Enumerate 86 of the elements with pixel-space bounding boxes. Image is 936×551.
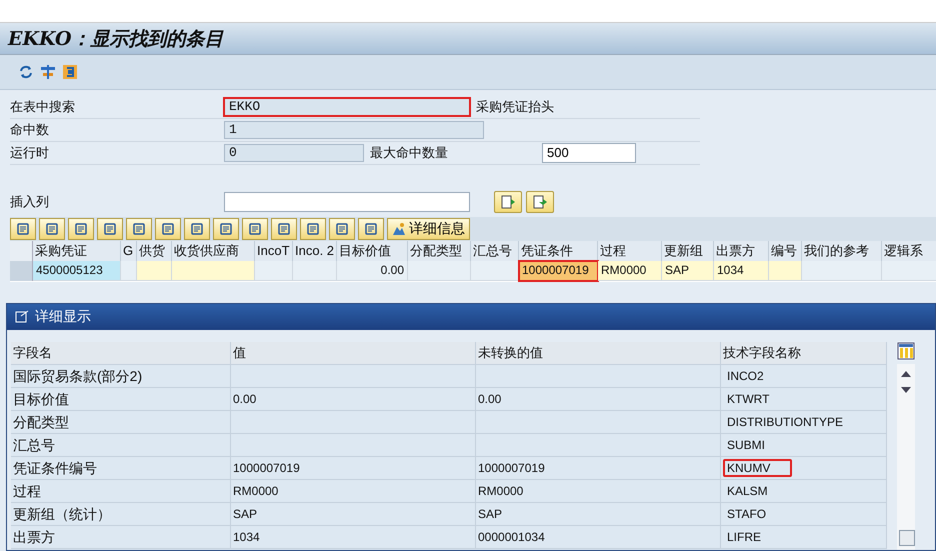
table-cell: 1034 [231, 526, 476, 548]
column-header[interactable]: 汇总号 [471, 240, 519, 261]
append-column-icon [533, 194, 547, 209]
column-header[interactable]: 分配类型 [408, 240, 471, 261]
table-cell: RM0000 [598, 260, 662, 281]
table-cell [408, 260, 471, 281]
table-cell: 1000007019 [519, 260, 598, 281]
technical-name-text: STAFO [726, 506, 768, 523]
scroll-thumb[interactable] [899, 530, 915, 546]
scroll-up-icon[interactable] [900, 370, 912, 378]
field-label: 命中数 [10, 120, 50, 139]
field-label: 插入列 [10, 192, 50, 211]
max-hits-field[interactable]: 500 [542, 142, 636, 163]
window-title: EKKO：显示找到的条目 [8, 26, 224, 52]
append-button[interactable] [526, 190, 554, 213]
column-header[interactable]: 采购凭证 [33, 240, 121, 261]
column-header[interactable]: 过程 [598, 240, 662, 261]
table-cell: 0.00 [476, 388, 721, 410]
column-header[interactable]: 收货供应商 [172, 240, 255, 261]
column-settings-icon[interactable] [897, 342, 915, 360]
technical-name-text: KTWRT [726, 391, 770, 408]
technical-name-text: SUBMI [726, 437, 766, 454]
table-cell: SAP [662, 260, 714, 281]
column-header[interactable]: 技术字段名称 [721, 342, 887, 364]
table-cell: 分配类型 [11, 411, 231, 433]
column-header[interactable]: IncoT [255, 240, 293, 261]
insert-column-icon [501, 194, 515, 209]
table-description: 采购凭证抬头 [475, 98, 554, 116]
table-cell: 汇总号 [11, 434, 231, 456]
table-cell [121, 260, 137, 281]
table-cell: RM0000 [476, 480, 721, 502]
column-header[interactable]: 更新组 [662, 240, 714, 261]
table-cell [769, 260, 802, 281]
column-header[interactable]: 逻辑系 [882, 240, 936, 261]
column-header[interactable]: 未转换的值 [476, 342, 721, 364]
table-cell: 1000007019 [231, 457, 476, 479]
column-header[interactable]: 编号 [769, 240, 802, 261]
column-header[interactable]: 供货 [137, 240, 172, 261]
details-button[interactable]: 详细信息 [387, 218, 470, 240]
readonly-field: EKKO [224, 98, 470, 116]
technical-name-text: INCO2 [726, 368, 765, 385]
readonly-field: 1 [224, 120, 484, 139]
refresh-icon[interactable] [18, 64, 34, 80]
insert-button[interactable] [494, 190, 522, 213]
table-cell [471, 260, 519, 281]
column-header[interactable]: 出票方 [714, 240, 769, 261]
table-cell: 0000001034 [476, 526, 721, 548]
table-cell: 目标价值 [11, 388, 231, 410]
column-header[interactable]: 凭证条件 [519, 240, 598, 261]
field-label: 运行时 [10, 144, 50, 162]
readonly-field: 0 [224, 144, 364, 162]
technical-name-text: LIFRE [726, 529, 762, 546]
settings-icon[interactable] [40, 64, 56, 80]
table-cell: 出票方 [11, 526, 231, 548]
link-icon[interactable] [62, 64, 78, 80]
table-cell: SAP [231, 503, 476, 525]
table-cell: 国际贸易条款(部分2) [11, 365, 231, 387]
table-cell [137, 260, 172, 281]
column-header[interactable]: 值 [231, 342, 476, 364]
field-label: 在表中搜索 [10, 98, 76, 116]
table-cell [255, 260, 293, 281]
technical-name-text: KALSM [726, 483, 769, 500]
scroll-down-icon[interactable] [900, 386, 912, 394]
table-cell: 过程 [11, 480, 231, 502]
insert-column-field[interactable] [224, 192, 470, 212]
table-cell: SAP [476, 503, 721, 525]
table-cell: RM0000 [231, 480, 476, 502]
dialog-title: 详细显示 [35, 308, 91, 326]
technical-name-text: KNUMV [723, 459, 792, 477]
table-cell: 0.00 [337, 260, 408, 281]
table-cell: 4500005123 [33, 260, 121, 281]
table-cell: 1034 [714, 260, 769, 281]
table-cell: 0.00 [231, 388, 476, 410]
field-label: 最大命中数量 [369, 144, 449, 162]
technical-name-text: DISTRIBUTIONTYPE [726, 414, 844, 431]
table-cell: 凭证条件编号 [11, 457, 231, 479]
window-icon [15, 310, 29, 324]
column-header[interactable]: 我们的参考 [802, 240, 882, 261]
column-header[interactable]: G [121, 240, 137, 261]
mountain-icon [392, 222, 406, 236]
table-cell: 1000007019 [476, 457, 721, 479]
table-cell [293, 260, 337, 281]
table-cell: 更新组（统计） [11, 503, 231, 525]
column-header[interactable]: 目标价值 [337, 240, 408, 261]
column-header[interactable]: Inco. 2 [293, 240, 337, 261]
column-header[interactable]: 字段名 [11, 342, 231, 364]
